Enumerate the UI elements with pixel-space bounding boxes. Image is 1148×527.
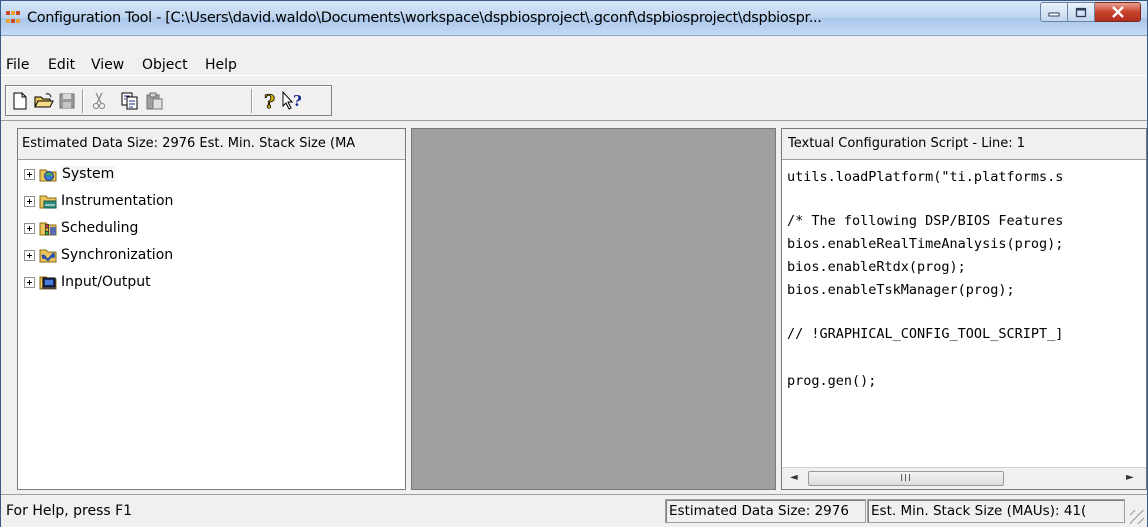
script-editor[interactable]: utils.loadPlatform("ti.platforms.s /* Th… bbox=[785, 163, 1143, 463]
script-pane: Textual Configuration Script - Line: 1 u… bbox=[781, 128, 1147, 490]
scroll-left-arrow[interactable]: ◄ bbox=[790, 472, 798, 483]
context-help-icon: ? bbox=[282, 91, 302, 110]
menu-file[interactable]: File bbox=[6, 57, 29, 73]
expand-icon[interactable] bbox=[24, 195, 35, 207]
property-view-pane bbox=[411, 128, 776, 490]
paste-button[interactable] bbox=[144, 90, 166, 112]
open-button[interactable] bbox=[33, 90, 55, 112]
window-controls bbox=[1040, 2, 1141, 22]
tree-item-instrumentation[interactable]: Instrumentation bbox=[24, 191, 173, 211]
script-line: prog.gen(); bbox=[787, 373, 877, 389]
toolbar-separator bbox=[251, 89, 253, 113]
close-icon bbox=[1111, 6, 1124, 18]
svg-text:?: ? bbox=[293, 92, 302, 110]
scroll-right-arrow[interactable]: ► bbox=[1126, 472, 1134, 483]
svg-text:?: ? bbox=[264, 91, 275, 111]
script-line: // !GRAPHICAL_CONFIG_TOOL_SCRIPT_] bbox=[787, 326, 1064, 342]
menu-object[interactable]: Object bbox=[142, 57, 188, 73]
horizontal-scrollbar[interactable]: ◄ III ► bbox=[782, 467, 1146, 489]
expand-icon[interactable] bbox=[24, 168, 35, 180]
script-line: bios.enableRealTimeAnalysis(prog); bbox=[787, 236, 1064, 252]
status-help-text: For Help, press F1 bbox=[6, 503, 133, 519]
title-bar[interactable]: Configuration Tool - [C:\Users\david.wal… bbox=[1, 1, 1147, 36]
object-tree-pane: Estimated Data Size: 2976 Est. Min. Stac… bbox=[17, 128, 406, 490]
resize-grip[interactable] bbox=[1130, 510, 1144, 524]
left-pane-header: Estimated Data Size: 2976 Est. Min. Stac… bbox=[18, 129, 405, 160]
input-output-icon bbox=[39, 276, 57, 290]
new-file-icon bbox=[13, 92, 27, 110]
tree-item-label: System bbox=[61, 166, 116, 182]
context-help-button[interactable]: ? bbox=[280, 90, 306, 112]
save-button[interactable] bbox=[56, 90, 78, 112]
status-data-size: Estimated Data Size: 2976 bbox=[665, 499, 866, 523]
synchronization-icon bbox=[39, 249, 57, 263]
tree-item-scheduling[interactable]: Scheduling bbox=[24, 218, 138, 238]
scroll-thumb-grip: III bbox=[900, 473, 912, 484]
menu-edit[interactable]: Edit bbox=[48, 57, 75, 73]
config-tool-window: Configuration Tool - [C:\Users\david.wal… bbox=[0, 0, 1148, 527]
menu-view[interactable]: View bbox=[91, 57, 124, 73]
script-line: utils.loadPlatform("ti.platforms.s bbox=[787, 169, 1064, 185]
status-stack-size: Est. Min. Stack Size (MAUs): 41( bbox=[867, 499, 1125, 523]
save-icon bbox=[59, 93, 75, 109]
tree-item-synchronization[interactable]: Synchronization bbox=[24, 245, 173, 265]
tree-item-label: Instrumentation bbox=[61, 193, 174, 209]
instrumentation-icon bbox=[39, 195, 57, 209]
scheduling-icon bbox=[39, 222, 57, 236]
close-button[interactable] bbox=[1095, 2, 1141, 22]
system-icon bbox=[39, 169, 57, 182]
script-line: bios.enableRtdx(prog); bbox=[787, 259, 966, 275]
toolbar-separator bbox=[82, 89, 84, 113]
app-icon bbox=[6, 11, 22, 25]
tree-item-system[interactable]: System bbox=[24, 164, 116, 184]
minimize-button[interactable] bbox=[1040, 2, 1068, 22]
window-title: Configuration Tool - [C:\Users\david.wal… bbox=[27, 10, 822, 26]
cut-icon bbox=[92, 92, 106, 110]
maximize-icon bbox=[1075, 7, 1087, 17]
about-button[interactable]: ? bbox=[259, 90, 281, 112]
cut-button[interactable] bbox=[88, 90, 110, 112]
script-pane-header: Textual Configuration Script - Line: 1 bbox=[782, 129, 1146, 160]
expand-icon[interactable] bbox=[24, 222, 35, 234]
expand-icon[interactable] bbox=[24, 276, 35, 288]
tree-item-label: Scheduling bbox=[61, 220, 139, 236]
status-bar: For Help, press F1 Estimated Data Size: … bbox=[1, 494, 1147, 527]
maximize-button[interactable] bbox=[1068, 2, 1095, 22]
menu-help[interactable]: Help bbox=[205, 57, 237, 73]
script-line: /* The following DSP/BIOS Features bbox=[787, 213, 1064, 229]
paste-icon bbox=[146, 92, 163, 110]
copy-button[interactable] bbox=[119, 90, 141, 112]
minimize-icon bbox=[1048, 12, 1060, 17]
open-folder-icon bbox=[34, 93, 54, 108]
script-line: bios.enableTskManager(prog); bbox=[787, 282, 1015, 298]
tree-item-input-output[interactable]: Input/Output bbox=[24, 272, 151, 292]
expand-icon[interactable] bbox=[24, 249, 35, 261]
copy-icon bbox=[121, 92, 138, 110]
tree-item-label: Input/Output bbox=[61, 274, 151, 290]
scroll-thumb[interactable]: III bbox=[808, 471, 1004, 486]
new-button[interactable] bbox=[9, 90, 31, 112]
tree-item-label: Synchronization bbox=[61, 247, 174, 263]
help-icon: ? bbox=[264, 91, 276, 111]
